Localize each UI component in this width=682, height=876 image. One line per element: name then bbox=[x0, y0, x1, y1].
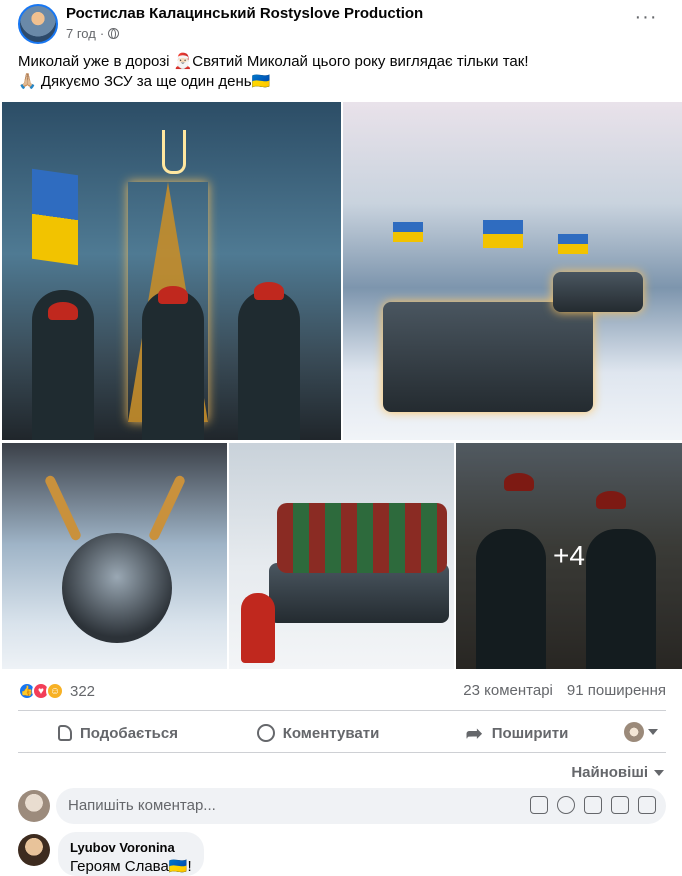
thumbs-up-icon bbox=[58, 725, 72, 741]
santa-hat-graphic bbox=[254, 282, 284, 300]
comment-placeholder: Напишіть коментар... bbox=[68, 797, 216, 814]
more-photos-overlay[interactable]: +4 bbox=[456, 443, 682, 669]
like-label: Подобається bbox=[80, 724, 178, 742]
tank-graphic bbox=[383, 302, 593, 412]
reactions-summary[interactable]: 👍 ♥ ☺ 322 bbox=[18, 680, 95, 702]
comment-icon bbox=[256, 724, 275, 742]
post-header: Ростислав Калацинський Rostyslove Produc… bbox=[18, 4, 658, 44]
commenter-name[interactable]: Lyubov Voronina bbox=[70, 840, 192, 855]
comments-count[interactable]: 23 коментарі bbox=[463, 682, 553, 699]
antler-graphic bbox=[43, 474, 83, 542]
post-text-line: Миколай уже в дорозі 🎅🏻Святий Миколай ць… bbox=[18, 53, 529, 70]
tank-graphic bbox=[553, 272, 643, 312]
santa-hat-graphic bbox=[48, 302, 78, 320]
shares-count[interactable]: 91 поширення bbox=[567, 682, 666, 699]
jet-graphic bbox=[62, 533, 172, 643]
soldier-graphic bbox=[238, 290, 300, 440]
flag-graphic bbox=[483, 220, 523, 248]
more-photos-count: +4 bbox=[553, 540, 585, 571]
flag-graphic bbox=[393, 222, 423, 242]
comment-label: Коментувати bbox=[282, 724, 380, 742]
user-avatar[interactable] bbox=[18, 790, 50, 822]
reaction-profile-avatar[interactable] bbox=[624, 722, 644, 742]
santa-hat-graphic bbox=[158, 286, 188, 304]
comment-sort-dropdown[interactable]: Найновіші bbox=[571, 764, 664, 781]
trident-graphic bbox=[162, 130, 186, 174]
gif-icon[interactable] bbox=[611, 796, 629, 814]
share-icon bbox=[466, 721, 484, 746]
share-label: Поширити bbox=[491, 724, 569, 742]
comment-button[interactable]: Коментувати bbox=[218, 714, 418, 752]
flag-graphic bbox=[558, 234, 588, 254]
author-avatar[interactable] bbox=[18, 4, 58, 44]
photo-gallery: +4 bbox=[0, 102, 682, 669]
commenter-avatar[interactable] bbox=[18, 834, 50, 866]
post-text: Миколай уже в дорозі 🎅🏻Святий Миколай ць… bbox=[18, 52, 658, 92]
photo-tank-gift[interactable] bbox=[229, 443, 454, 669]
globe-icon bbox=[108, 28, 120, 39]
divider bbox=[18, 752, 666, 753]
post-time[interactable]: 7 год bbox=[66, 26, 96, 41]
reaction-count: 322 bbox=[70, 682, 96, 700]
comment-text: Героям Слава🇺🇦! bbox=[70, 858, 192, 875]
photo-soldiers-tree[interactable] bbox=[2, 102, 341, 440]
sticker-icon[interactable] bbox=[638, 796, 656, 814]
more-options-button[interactable]: ··· bbox=[631, 7, 661, 34]
chevron-down-icon bbox=[654, 769, 664, 776]
composer-tools bbox=[530, 796, 656, 814]
post-meta: 7 год · bbox=[66, 26, 120, 41]
comment-input[interactable]: Напишіть коментар... bbox=[56, 788, 666, 824]
flag-graphic bbox=[32, 168, 78, 266]
post-text-line: 🙏🏼 Дякуємо ЗСУ за ще один день🇺🇦 bbox=[18, 73, 271, 90]
emoji-icon[interactable] bbox=[557, 796, 575, 814]
like-button[interactable]: Подобається bbox=[18, 714, 218, 752]
author-name[interactable]: Ростислав Калацинський Rostyslove Produc… bbox=[66, 5, 423, 22]
share-button[interactable]: Поширити bbox=[418, 714, 618, 752]
divider bbox=[18, 710, 666, 711]
sort-label: Найновіші bbox=[571, 764, 648, 781]
camera-icon[interactable] bbox=[584, 796, 602, 814]
comment-bubble: Lyubov Voronina Героям Слава🇺🇦! bbox=[58, 832, 204, 876]
comment-composer: Напишіть коментар... bbox=[18, 788, 666, 826]
photo-tanks-column[interactable] bbox=[343, 102, 682, 440]
chevron-down-icon[interactable] bbox=[648, 729, 658, 735]
comment-item: Lyubov Voronina Героям Слава🇺🇦! bbox=[18, 832, 418, 876]
photo-jet-reindeer[interactable] bbox=[2, 443, 227, 669]
santa-graphic bbox=[241, 593, 275, 663]
gift-graphic bbox=[277, 503, 447, 573]
post-stats: 23 коментарі 91 поширення bbox=[463, 682, 666, 699]
facebook-post: Ростислав Калацинський Rostyslove Produc… bbox=[0, 0, 682, 876]
care-icon: ☺ bbox=[46, 682, 64, 700]
antler-graphic bbox=[147, 474, 187, 542]
avatar-sticker-icon[interactable] bbox=[530, 796, 548, 814]
post-actions: Подобається Коментувати Поширити bbox=[18, 714, 666, 752]
photo-soldiers-gifts[interactable]: +4 bbox=[456, 443, 682, 669]
soldier-graphic bbox=[142, 290, 204, 440]
